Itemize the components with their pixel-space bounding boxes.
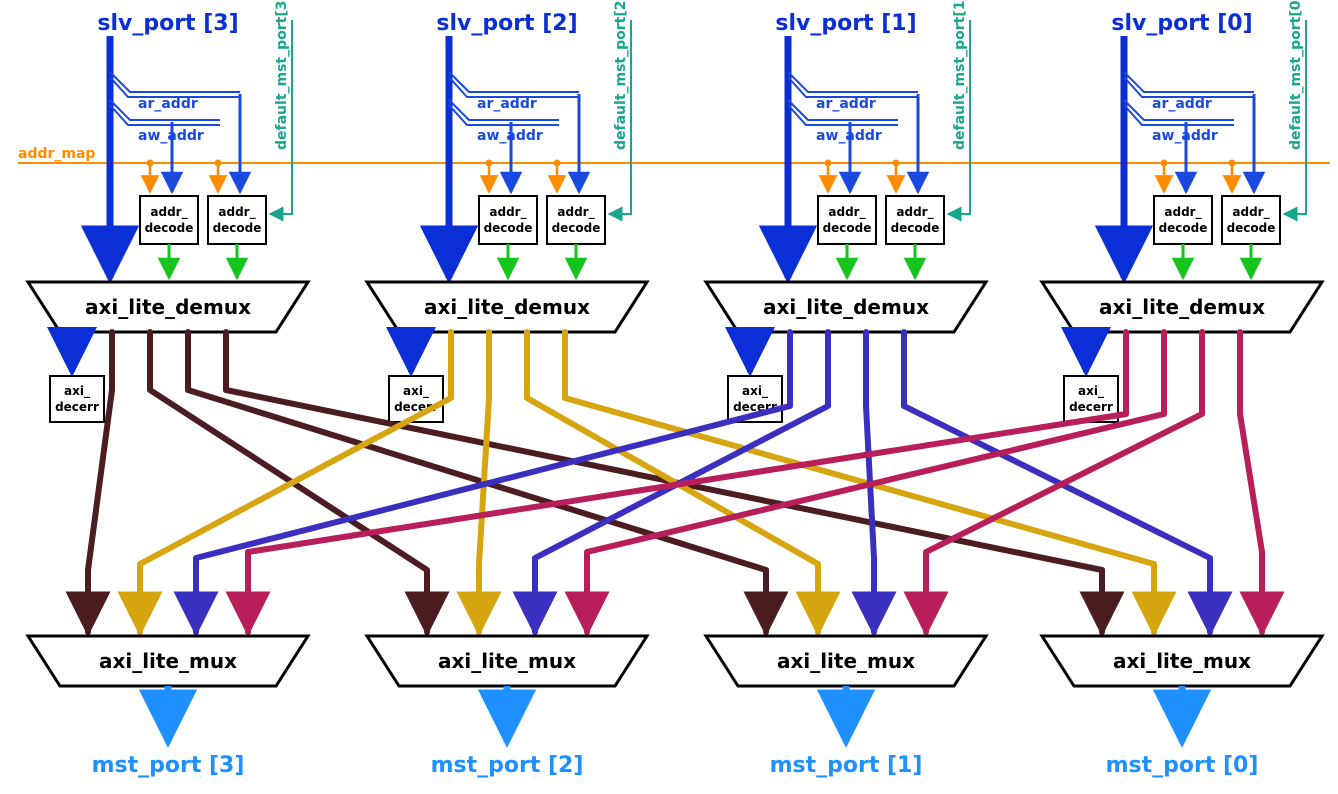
ar-addr-label: ar_addr — [816, 96, 876, 112]
svg-text:addr_: addr_ — [218, 205, 255, 220]
svg-text:addr_: addr_ — [557, 205, 594, 220]
slv-port-label: slv_port [2] — [436, 11, 577, 36]
slv-port-label: slv_port [0] — [1111, 11, 1252, 36]
svg-text:axi_lite_mux: axi_lite_mux — [99, 649, 237, 673]
mst-port-label: mst_port [2] — [431, 753, 584, 778]
addr-map-label: addr_map — [18, 146, 95, 162]
ar-addr-wire — [1124, 72, 1254, 92]
ar-addr-wire — [110, 72, 240, 92]
mst-port-label: mst_port [0] — [1106, 753, 1259, 778]
xbar-wire — [248, 332, 1126, 632]
ar-addr-wire — [788, 72, 918, 92]
default-mst-port-label: default_mst_port[3] — [274, 0, 290, 150]
svg-text:axi_: axi_ — [64, 384, 90, 399]
xbar-diagram: addr_map slv_port [3] default_mst_port[3]… — [0, 0, 1338, 794]
svg-text:decode: decode — [1227, 221, 1276, 235]
svg-text:addr_: addr_ — [1164, 205, 1201, 220]
addr-decode-block — [208, 196, 266, 244]
ar-addr-label: ar_addr — [477, 96, 537, 112]
default-mst-port-label: default_mst_port[1] — [952, 0, 968, 150]
svg-text:decerr: decerr — [55, 400, 99, 414]
addr-decode-block — [140, 196, 198, 244]
addr-decode-block — [886, 196, 944, 244]
svg-text:addr_: addr_ — [150, 205, 187, 220]
svg-text:axi_lite_demux: axi_lite_demux — [763, 295, 929, 319]
svg-text:decode: decode — [213, 221, 262, 235]
svg-text:decerr: decerr — [1069, 400, 1113, 414]
svg-text:decode: decode — [823, 221, 872, 235]
svg-text:decode: decode — [484, 221, 533, 235]
svg-text:addr_: addr_ — [896, 205, 933, 220]
addr-decode-block — [547, 196, 605, 244]
svg-text:decode: decode — [891, 221, 940, 235]
svg-text:axi_lite_demux: axi_lite_demux — [85, 295, 251, 319]
xbar-wire — [1240, 332, 1262, 632]
svg-text:axi_lite_mux: axi_lite_mux — [1113, 649, 1251, 673]
svg-text:decode: decode — [145, 221, 194, 235]
svg-text:axi_lite_demux: axi_lite_demux — [424, 295, 590, 319]
slv-port-label: slv_port [1] — [775, 11, 916, 36]
ar-addr-label: ar_addr — [1152, 96, 1212, 112]
svg-text:axi_: axi_ — [403, 384, 429, 399]
xbar-wire — [226, 332, 1102, 632]
addr-decode-block — [479, 196, 537, 244]
default-mst-port-label: default_mst_port[0] — [1288, 0, 1304, 150]
svg-text:decode: decode — [1159, 221, 1208, 235]
svg-text:addr_: addr_ — [489, 205, 526, 220]
mst-port-label: mst_port [3] — [92, 753, 245, 778]
addr-decode-block — [1154, 196, 1212, 244]
svg-text:addr_: addr_ — [1232, 205, 1269, 220]
slv-port-label: slv_port [3] — [97, 11, 238, 36]
svg-text:decode: decode — [552, 221, 601, 235]
ar-addr-label: ar_addr — [138, 96, 198, 112]
svg-text:axi_lite_demux: axi_lite_demux — [1099, 295, 1265, 319]
ar-addr-wire — [449, 72, 579, 92]
svg-text:axi_lite_mux: axi_lite_mux — [777, 649, 915, 673]
addr-decode-block — [818, 196, 876, 244]
svg-text:addr_: addr_ — [828, 205, 865, 220]
svg-text:axi_: axi_ — [1078, 384, 1104, 399]
svg-text:axi_lite_mux: axi_lite_mux — [438, 649, 576, 673]
mst-port-label: mst_port [1] — [770, 753, 923, 778]
addr-decode-block — [1222, 196, 1280, 244]
default-mst-port-label: default_mst_port[2] — [613, 0, 629, 150]
svg-text:axi_: axi_ — [742, 384, 768, 399]
axi-decerr-block — [50, 376, 104, 422]
